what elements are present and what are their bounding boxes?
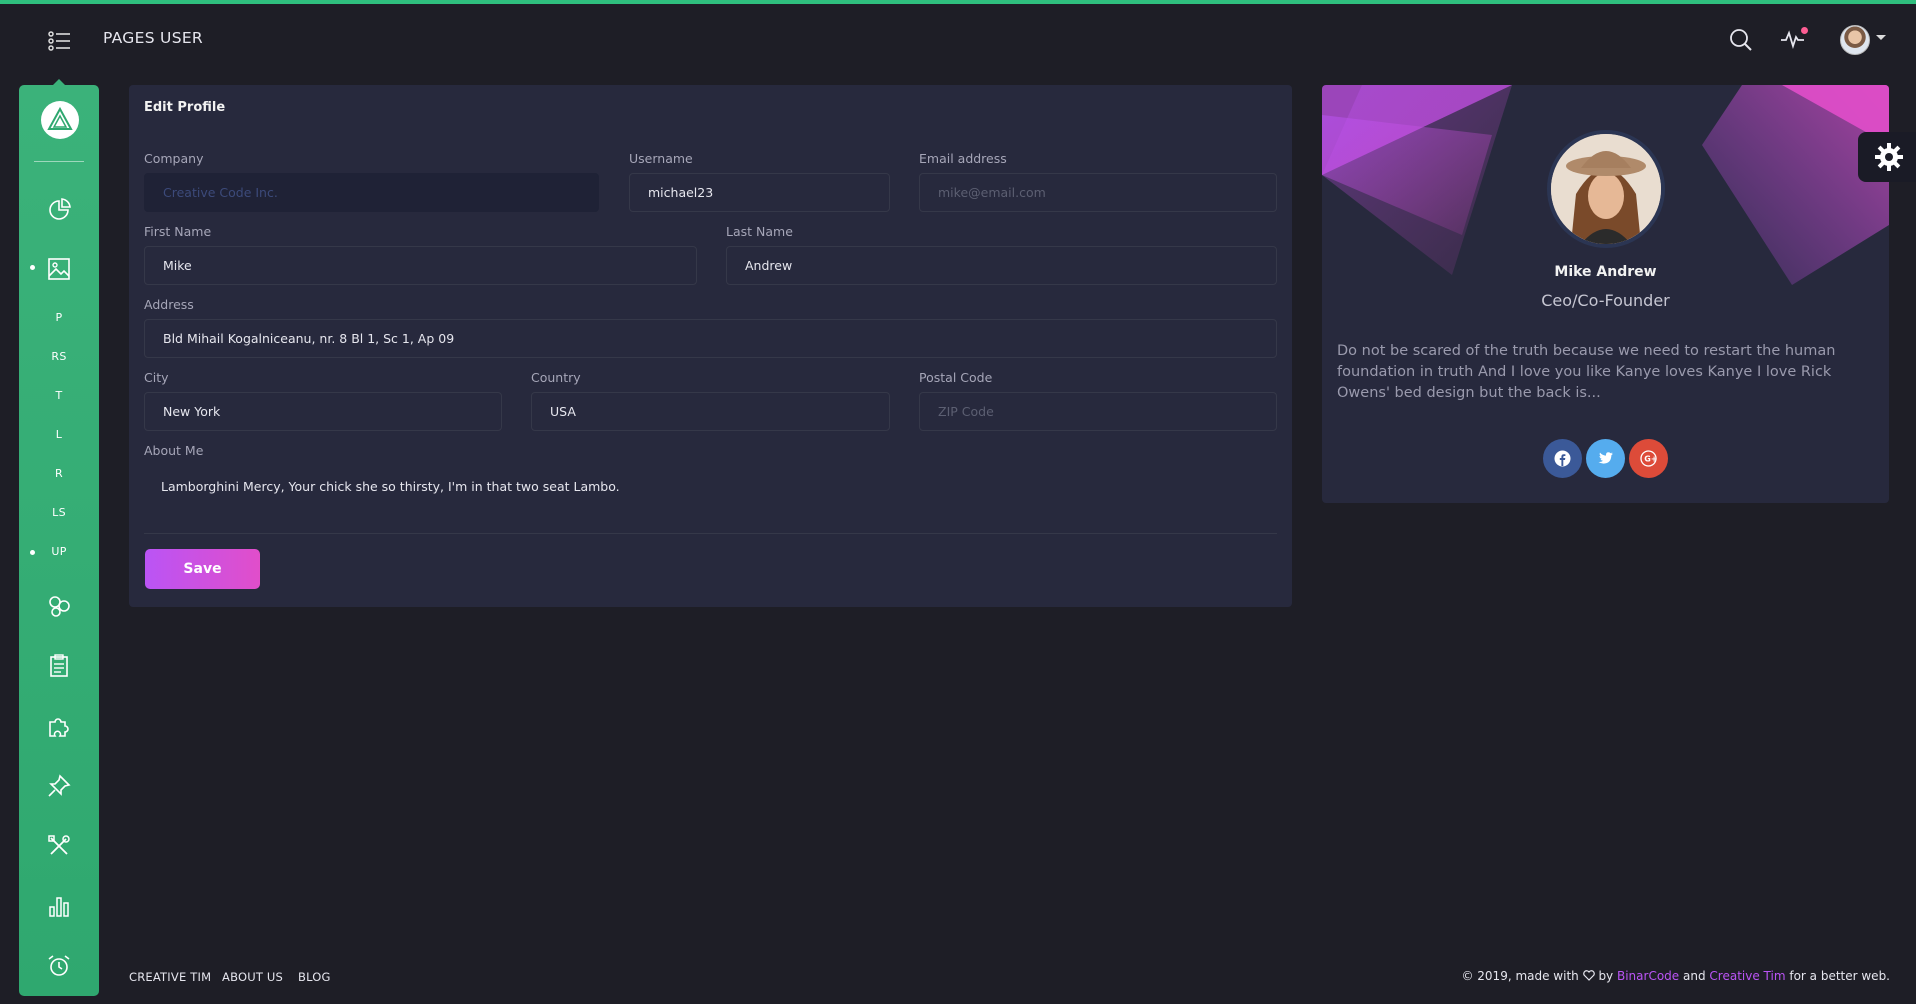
postal-code-label: Postal Code: [919, 370, 993, 385]
user-profile-card: Mike Andrew Ceo/Co-Founder Do not be sca…: [1322, 85, 1889, 503]
sidebar-item-user-profile[interactable]: UP: [19, 545, 99, 558]
copyright-by: by: [1598, 969, 1614, 983]
postal-code-field[interactable]: [919, 392, 1277, 431]
company-label: Company: [144, 151, 204, 166]
sidebar-item-register[interactable]: R: [19, 467, 99, 480]
copyright: © 2019, made with by BinarCode and Creat…: [1461, 969, 1890, 983]
twitter-button[interactable]: [1586, 439, 1625, 478]
about-me-textarea[interactable]: Lamborghini Mercy, Your chick she so thi…: [161, 479, 620, 494]
user-menu[interactable]: [1840, 23, 1888, 57]
country-field[interactable]: [531, 392, 890, 431]
copyright-suffix: for a better web.: [1789, 969, 1890, 983]
profile-avatar: [1547, 130, 1665, 248]
card-title: Edit Profile: [144, 100, 226, 115]
textarea-underline: [144, 533, 1277, 534]
address-field[interactable]: [144, 319, 1277, 358]
sidebar-item-rtl[interactable]: RS: [19, 350, 99, 363]
puzzle-icon[interactable]: [46, 713, 72, 739]
sidebar-item-timeline[interactable]: T: [19, 389, 99, 402]
sidebar-item-login[interactable]: L: [19, 428, 99, 441]
chevron-down-icon: [1876, 35, 1886, 40]
sidebar-item-lock-screen[interactable]: LS: [19, 506, 99, 519]
address-label: Address: [144, 297, 194, 312]
top-navbar: PAGES USER: [0, 4, 1916, 70]
copyright-and: and: [1683, 969, 1706, 983]
alarm-clock-icon[interactable]: [46, 953, 72, 979]
image-icon[interactable]: [46, 256, 72, 282]
username-label: Username: [629, 151, 693, 166]
sidebar-item-pricing[interactable]: P: [19, 311, 99, 324]
logo-icon[interactable]: [41, 101, 79, 139]
active-dot: [30, 265, 35, 270]
username-field[interactable]: [629, 173, 890, 212]
city-field[interactable]: [144, 392, 502, 431]
tools-icon[interactable]: [46, 833, 72, 859]
first-name-field[interactable]: [144, 246, 697, 285]
email-field[interactable]: [919, 173, 1277, 212]
google-plus-icon: G+: [1640, 450, 1657, 467]
country-label: Country: [531, 370, 581, 385]
notification-dot: [1801, 27, 1808, 34]
facebook-icon: [1554, 450, 1571, 467]
google-plus-button[interactable]: G+: [1629, 439, 1668, 478]
facebook-button[interactable]: [1543, 439, 1582, 478]
svg-text:G+: G+: [1644, 455, 1657, 464]
gear-icon: [1875, 143, 1903, 171]
bar-chart-icon[interactable]: [46, 893, 72, 919]
first-name-label: First Name: [144, 224, 212, 239]
city-label: City: [144, 370, 169, 385]
page-title: PAGES USER: [103, 29, 204, 47]
clipboard-icon[interactable]: [46, 653, 72, 679]
profile-role: Ceo/Co-Founder: [1541, 291, 1670, 310]
sidebar: P RS T L R LS UP: [19, 85, 99, 996]
creative-tim-link[interactable]: Creative Tim: [1709, 969, 1785, 983]
twitter-icon: [1598, 452, 1613, 464]
edit-profile-card: Edit Profile Company Username Email addr…: [129, 85, 1292, 607]
company-field[interactable]: [144, 173, 599, 212]
about-me-label: About Me: [144, 443, 204, 458]
binarcode-link[interactable]: BinarCode: [1617, 969, 1679, 983]
last-name-label: Last Name: [726, 224, 793, 239]
pin-icon[interactable]: [46, 773, 72, 799]
footer-link-about-us[interactable]: ABOUT US: [222, 970, 283, 984]
menu-toggle-icon[interactable]: [48, 30, 72, 52]
chart-pie-icon[interactable]: [46, 197, 72, 223]
profile-bio: Do not be scared of the truth because we…: [1337, 343, 1836, 401]
heart-icon: [1582, 970, 1595, 981]
search-icon[interactable]: [1728, 27, 1754, 53]
last-name-field[interactable]: [726, 246, 1277, 285]
copyright-prefix: © 2019, made with: [1461, 969, 1579, 983]
profile-name: Mike Andrew: [1554, 264, 1657, 280]
molecule-icon[interactable]: [46, 593, 72, 619]
avatar: [1840, 25, 1870, 55]
sidebar-divider: [34, 161, 84, 162]
footer-link-blog[interactable]: BLOG: [298, 970, 331, 984]
settings-panel-toggle[interactable]: [1858, 132, 1916, 182]
activity-icon[interactable]: [1780, 26, 1810, 52]
footer-link-creative-tim[interactable]: CREATIVE TIM: [129, 970, 211, 984]
save-button[interactable]: Save: [145, 549, 260, 589]
email-label: Email address: [919, 151, 1007, 166]
